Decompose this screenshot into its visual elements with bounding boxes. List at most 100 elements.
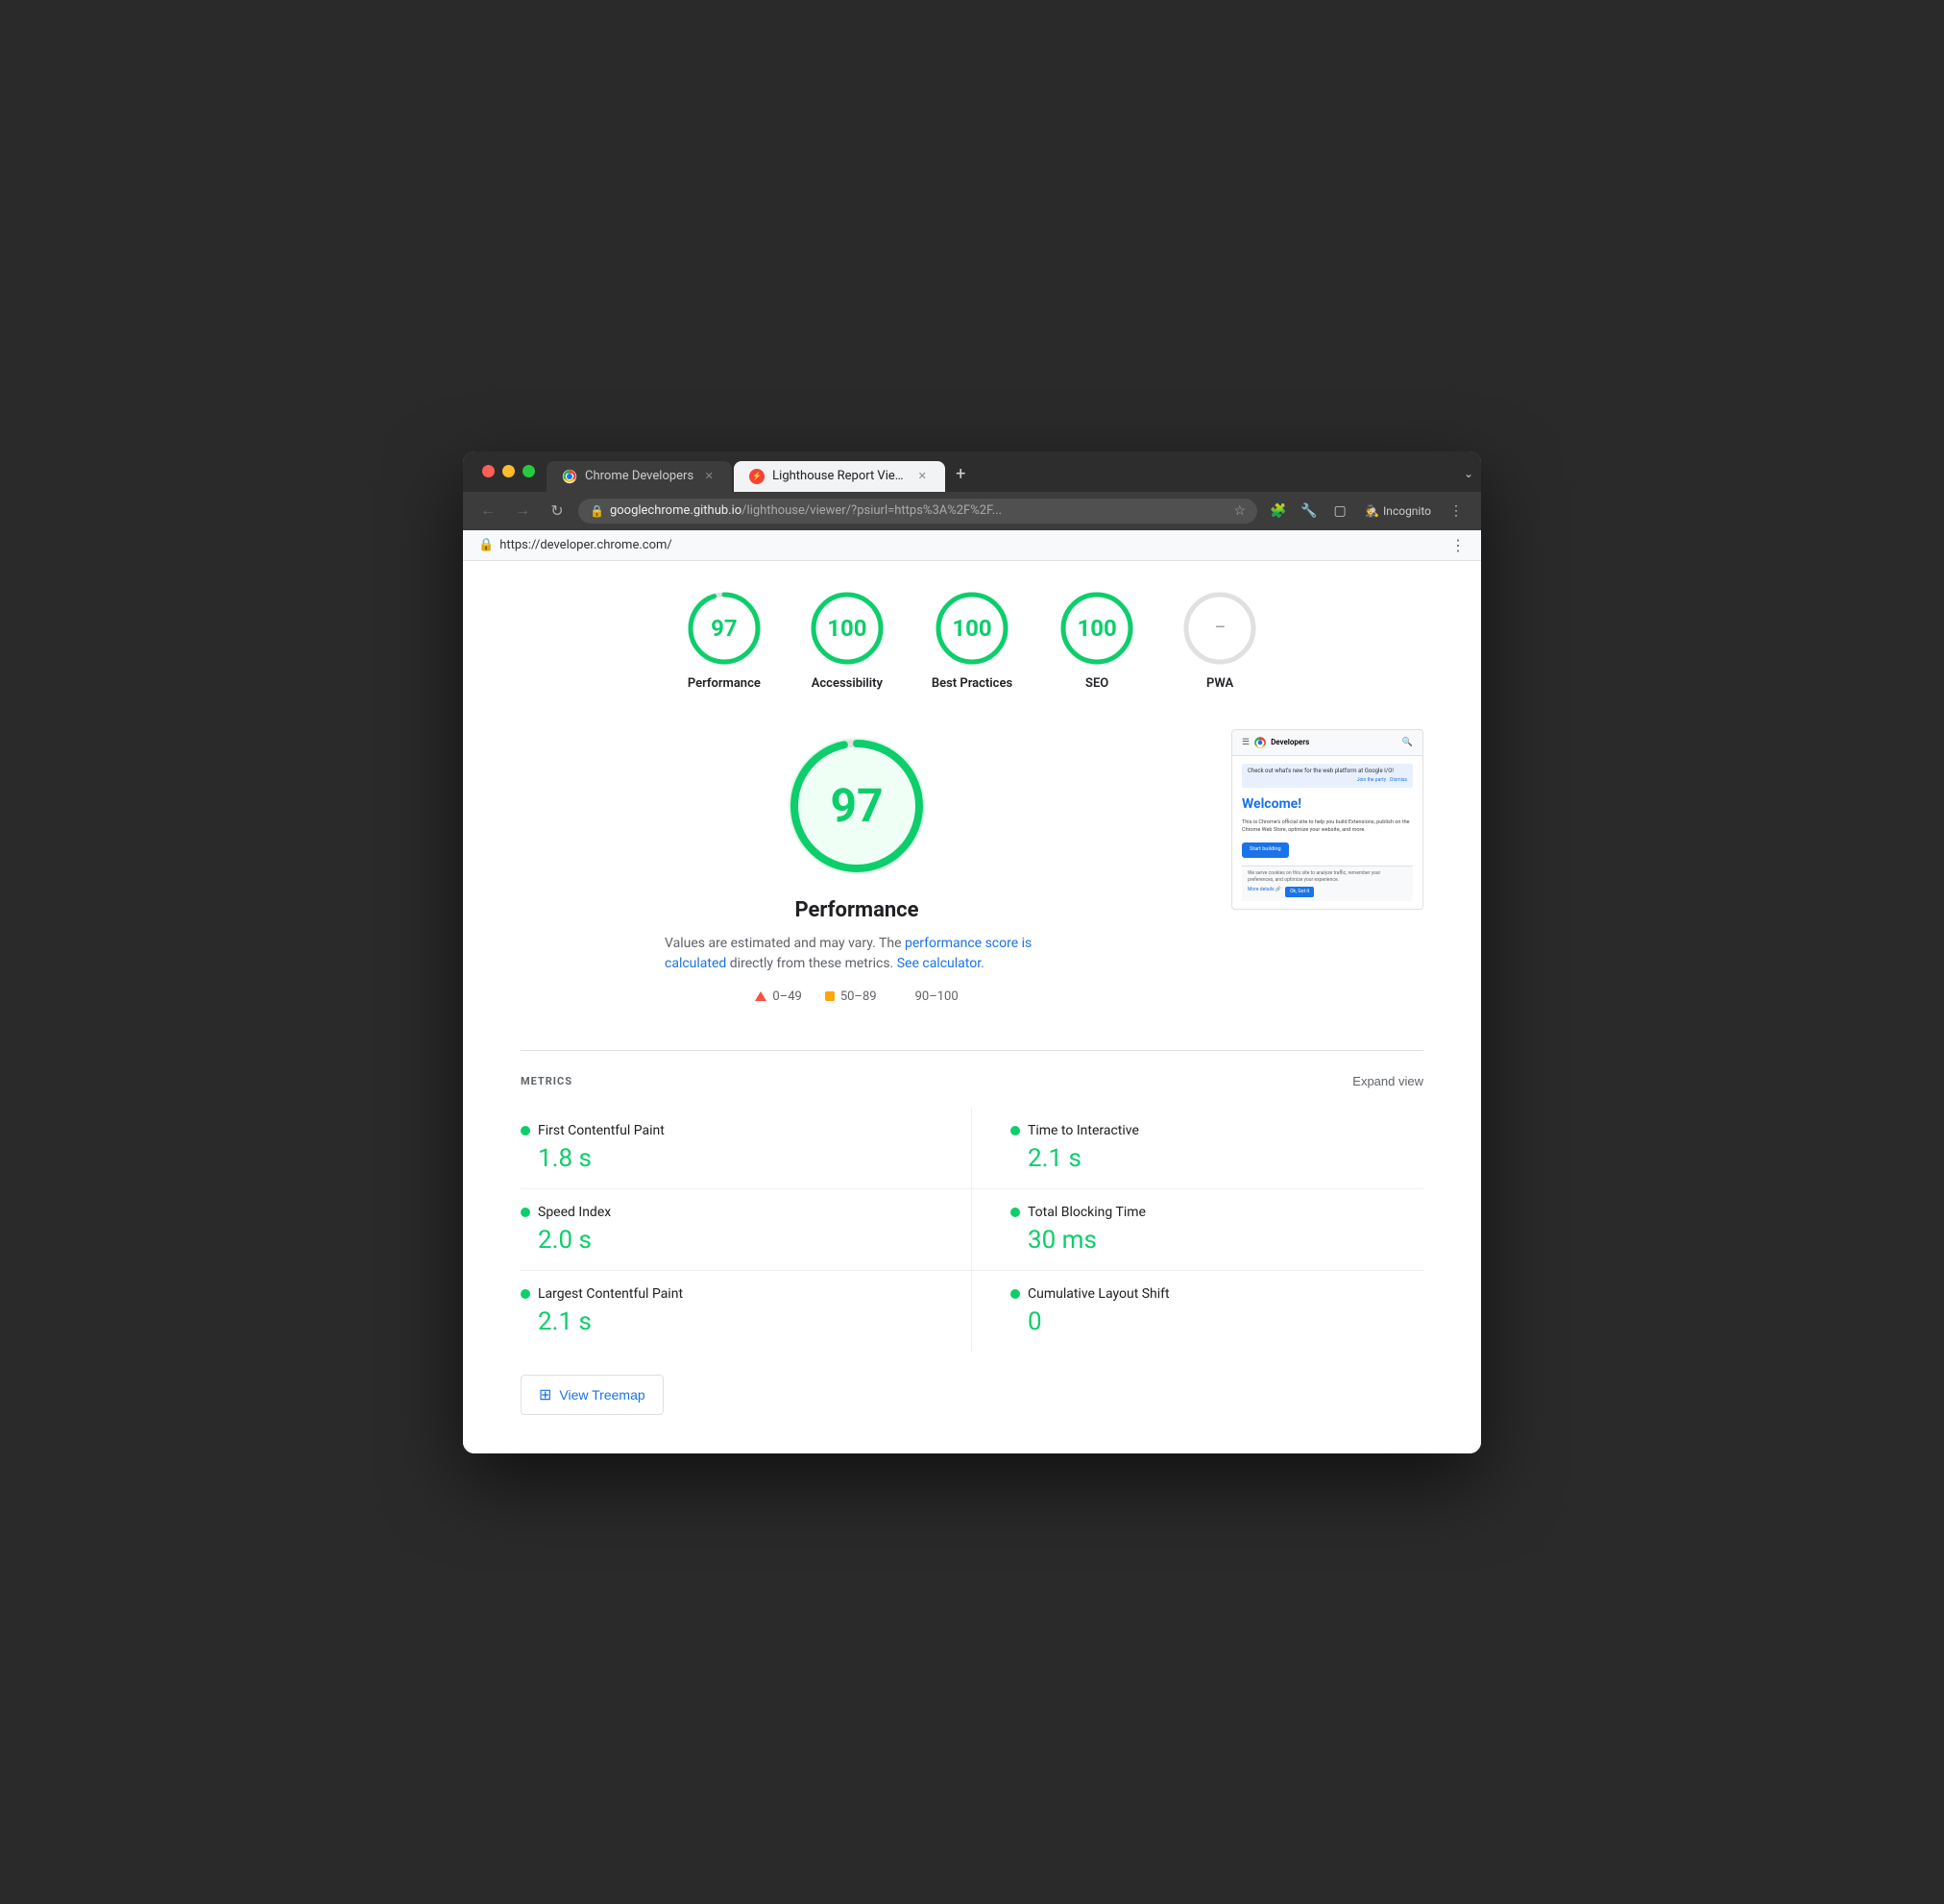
screenshot-body-text: This is Chrome's official site to help y… — [1242, 819, 1413, 834]
lock-icon: 🔒 — [590, 504, 604, 518]
metric-name-fcp: First Contentful Paint — [538, 1123, 665, 1138]
tab-chrome-developers[interactable]: Chrome Developers ✕ — [547, 461, 732, 492]
window-controls — [471, 459, 547, 492]
url-domain: googlechrome.github.io — [610, 503, 741, 518]
big-score-container: 97 Performance Values are estimated and … — [521, 729, 1193, 1004]
legend-range-green: 90–100 — [915, 989, 959, 1004]
metric-value-tbt: 30 ms — [1028, 1226, 1423, 1255]
performance-title: Performance — [794, 898, 918, 922]
bookmark-icon[interactable]: ☆ — [1234, 503, 1247, 519]
big-score-number: 97 — [830, 778, 883, 833]
metric-value-tti: 2.1 s — [1028, 1144, 1423, 1173]
metric-header-fcp: First Contentful Paint — [521, 1123, 933, 1138]
score-circle-best-practices: 100 — [934, 590, 1010, 667]
score-item-accessibility[interactable]: 100 Accessibility — [809, 590, 886, 691]
url-path: /lighthouse/viewer/?psiurl=https%3A%2F%2… — [741, 503, 1002, 518]
legend-range-orange: 50–89 — [840, 989, 877, 1004]
scores-row: 97 Performance 100 Accessibility — [521, 590, 1423, 691]
metric-dot-si — [521, 1208, 530, 1217]
score-item-best-practices[interactable]: 100 Best Practices — [932, 590, 1012, 691]
metric-dot-fcp — [521, 1126, 530, 1135]
score-item-pwa[interactable]: — PWA — [1181, 590, 1258, 691]
metric-item-si: Speed Index 2.0 s — [521, 1189, 972, 1271]
score-label-best-practices: Best Practices — [932, 676, 1012, 691]
window-icon[interactable]: ▢ — [1326, 498, 1353, 525]
metric-name-tti: Time to Interactive — [1028, 1123, 1139, 1138]
close-window-button[interactable] — [482, 465, 495, 477]
screenshot-header: ☰ Developers 🔍 — [1232, 730, 1422, 756]
screenshot-dismiss-btn: Dismiss — [1390, 777, 1407, 784]
hamburger-icon: ☰ — [1242, 738, 1250, 747]
metric-value-si: 2.0 s — [538, 1226, 933, 1255]
metrics-header: METRICS Expand view — [521, 1074, 1423, 1088]
legend-square-icon — [825, 991, 835, 1001]
chrome-developers-tab-title: Chrome Developers — [585, 469, 693, 483]
extension-icon-2[interactable]: 🔧 — [1296, 498, 1323, 525]
metric-item-tti: Time to Interactive 2.1 s — [972, 1108, 1423, 1189]
metrics-title: METRICS — [521, 1075, 572, 1087]
maximize-window-button[interactable] — [522, 465, 535, 477]
score-item-performance[interactable]: 97 Performance — [686, 590, 763, 691]
metric-dot-tbt — [1010, 1208, 1020, 1217]
tab-bar: Chrome Developers ✕ ⚡ Lighthouse Report … — [463, 452, 1481, 492]
score-circle-pwa: — — [1181, 590, 1258, 667]
screenshot-cookie-text: We serve cookies on this site to analyze… — [1248, 870, 1380, 883]
address-bar: ← → ↻ 🔒 googlechrome.github.io/lighthous… — [463, 492, 1481, 530]
reload-button[interactable]: ↻ — [544, 498, 571, 525]
incognito-badge: 🕵 Incognito — [1357, 501, 1439, 521]
chrome-developers-tab-close[interactable]: ✕ — [701, 469, 717, 484]
desc-text-1: Values are estimated and may vary. The — [665, 936, 905, 951]
chrome-menu-button[interactable]: ⋮ — [1443, 498, 1470, 525]
url-bar[interactable]: 🔒 googlechrome.github.io/lighthouse/view… — [578, 499, 1257, 524]
screenshot-join-btn: Join the party — [1357, 777, 1386, 784]
infobar-more-button[interactable]: ⋮ — [1450, 536, 1466, 554]
screenshot-search-icon: 🔍 — [1402, 738, 1413, 747]
score-circle-accessibility: 100 — [809, 590, 886, 667]
screenshot-banner: Check out what's new for the web platfor… — [1242, 764, 1413, 788]
metric-name-lcp: Largest Contentful Paint — [538, 1286, 683, 1302]
view-treemap-button[interactable]: ⊞ View Treemap — [521, 1375, 664, 1415]
metric-name-cls: Cumulative Layout Shift — [1028, 1286, 1170, 1302]
metric-item-tbt: Total Blocking Time 30 ms — [972, 1189, 1423, 1271]
expand-view-button[interactable]: Expand view — [1352, 1074, 1423, 1088]
browser-window: Chrome Developers ✕ ⚡ Lighthouse Report … — [463, 452, 1481, 1453]
extension-icon-1[interactable]: 🧩 — [1265, 498, 1292, 525]
screenshot-more-details-link: More details 🔗 — [1248, 887, 1281, 897]
screenshot-cta-btn: Start building — [1242, 842, 1289, 858]
performance-description: Values are estimated and may vary. The p… — [665, 934, 1049, 974]
legend-triangle-icon — [755, 991, 766, 1001]
screenshot-cookie-buttons: More details 🔗 Ok, Got it — [1248, 887, 1407, 897]
metric-header-lcp: Largest Contentful Paint — [521, 1286, 933, 1302]
score-circle-performance: 97 — [686, 590, 763, 667]
main-section: 97 Performance Values are estimated and … — [521, 729, 1423, 1027]
legend-item-orange: 50–89 — [825, 989, 877, 1004]
score-label-accessibility: Accessibility — [812, 676, 883, 691]
score-value-accessibility: 100 — [827, 615, 866, 642]
metric-item-fcp: First Contentful Paint 1.8 s — [521, 1108, 972, 1189]
lighthouse-tab-close[interactable]: ✕ — [914, 469, 930, 484]
url-text: googlechrome.github.io/lighthouse/viewer… — [610, 503, 1228, 518]
minimize-window-button[interactable] — [502, 465, 515, 477]
forward-button[interactable]: → — [509, 498, 536, 525]
incognito-icon: 🕵 — [1365, 504, 1379, 518]
new-tab-button[interactable]: + — [947, 461, 974, 488]
metric-item-lcp: Largest Contentful Paint 2.1 s — [521, 1271, 972, 1352]
back-button[interactable]: ← — [474, 498, 501, 525]
metric-item-cls: Cumulative Layout Shift 0 — [972, 1271, 1423, 1352]
legend-range-red: 0–49 — [772, 989, 801, 1004]
calculator-link[interactable]: See calculator. — [897, 956, 984, 971]
treemap-btn-label: View Treemap — [559, 1387, 644, 1403]
score-item-seo[interactable]: 100 SEO — [1058, 590, 1135, 691]
screenshot-cookie-bar: We serve cookies on this site to analyze… — [1242, 866, 1413, 901]
screenshot-preview: ☰ Developers 🔍 — [1231, 729, 1423, 910]
metric-dot-cls — [1010, 1289, 1020, 1299]
tab-overflow-button[interactable]: ⌄ — [1456, 459, 1481, 488]
metric-name-si: Speed Index — [538, 1205, 611, 1220]
legend-item-red: 0–49 — [755, 989, 801, 1004]
metrics-section: METRICS Expand view First Contentful Pai… — [521, 1074, 1423, 1415]
score-value-seo: 100 — [1077, 615, 1116, 642]
legend-item-green: 90–100 — [900, 989, 959, 1004]
score-label-pwa: PWA — [1206, 676, 1233, 691]
tab-lighthouse-viewer[interactable]: ⚡ Lighthouse Report Viewer ✕ — [734, 461, 945, 492]
lighthouse-tab-title: Lighthouse Report Viewer — [772, 469, 907, 483]
